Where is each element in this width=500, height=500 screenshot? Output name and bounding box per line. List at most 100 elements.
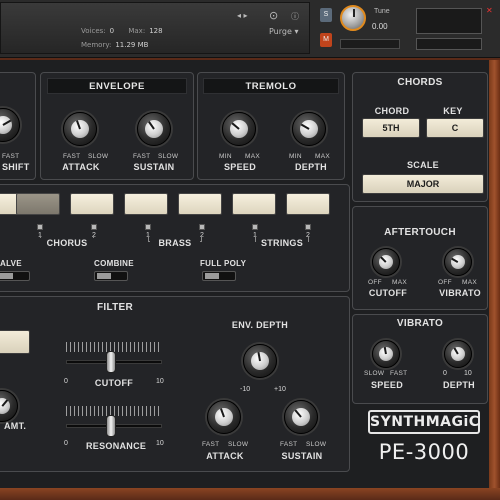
envelope-sustain-label: SUSTAIN	[133, 162, 175, 172]
env-depth-knob[interactable]	[243, 344, 277, 378]
env-depth-label: ENV. DEPTH	[231, 320, 289, 330]
filter-attack-label: ATTACK	[206, 451, 244, 461]
voice-pad-brass-2[interactable]	[232, 193, 276, 215]
tremolo-speed-min: MIN	[219, 153, 232, 160]
resonance-scale	[66, 406, 162, 416]
cutoff-max: 10	[156, 378, 164, 385]
envelope-attack-max: SLOW	[88, 153, 109, 160]
purge-label: Purge	[269, 27, 292, 36]
scale-selector[interactable]: MAJOR	[362, 174, 484, 194]
info-icon[interactable]: ⓘ	[291, 11, 299, 22]
memory-value: 11.29 MB	[115, 41, 149, 49]
tremolo-speed-label: SPEED	[223, 162, 256, 172]
tremolo-depth-label: DEPTH	[294, 162, 327, 172]
voice-pad-2[interactable]	[16, 193, 60, 215]
shift-label: SHIFT	[2, 162, 30, 172]
envelope-sustain-knob[interactable]	[137, 112, 171, 146]
memory-label: Memory:	[81, 41, 112, 49]
instrument-info-panel: Voices: 0 Max: 128 Memory: 11.29 MB ◂ ▸ ⊙ ⓘ…	[0, 2, 310, 54]
resonance-fader[interactable]	[106, 415, 116, 437]
aftertouch-cutoff-label: CUTOFF	[368, 288, 408, 298]
cutoff-label: CUTOFF	[94, 378, 134, 388]
envelope-attack-knob[interactable]	[63, 112, 97, 146]
pan-slider[interactable]	[340, 39, 400, 49]
vibrato-speed-knob[interactable]	[372, 340, 400, 368]
max-label: Max:	[128, 27, 146, 35]
strings-led-2[interactable]	[305, 224, 311, 230]
tune-label: Tune	[374, 8, 390, 15]
cutoff-fader[interactable]	[106, 351, 116, 373]
aftertouch-cutoff-min: OFF	[368, 279, 382, 286]
tremolo-speed-max: MAX	[245, 153, 260, 160]
filter-attack-max: SLOW	[228, 441, 249, 448]
vibrato-speed-min: SLOW	[364, 370, 385, 377]
brass-label: BRASS	[150, 238, 200, 248]
filter-sustain-max: SLOW	[306, 441, 327, 448]
combine-toggle[interactable]	[94, 271, 128, 281]
chorus-led-2[interactable]	[91, 224, 97, 230]
voices-label: Voices:	[81, 27, 106, 35]
tremolo-depth-knob[interactable]	[292, 112, 326, 146]
resonance-min: 0	[64, 440, 68, 447]
volume-slider[interactable]	[416, 38, 482, 50]
tremolo-depth-max: MAX	[315, 153, 330, 160]
filter-mode-selector[interactable]	[0, 330, 30, 354]
vibrato-depth-min: 0	[443, 370, 447, 377]
full-poly-label: FULL POLY	[200, 259, 247, 268]
chord-selector[interactable]: 5TH	[362, 118, 420, 138]
aftertouch-vibrato-knob[interactable]	[444, 248, 472, 276]
tremolo-depth-min: MIN	[289, 153, 302, 160]
wood-bottom-panel	[0, 488, 500, 500]
aftertouch-vibrato-label: VIBRATO	[439, 288, 481, 298]
vibrato-title: VIBRATO	[396, 318, 444, 329]
vibrato-speed-max: FAST	[390, 370, 408, 377]
chords-title: CHORDS	[397, 77, 443, 88]
env-depth-max: +10	[274, 386, 286, 393]
mute-button[interactable]: M	[320, 33, 332, 47]
env-depth-min: -10	[240, 386, 251, 393]
tremolo-speed-knob[interactable]	[222, 112, 256, 146]
purge-menu[interactable]: Purge ▾	[269, 27, 298, 36]
vibrato-depth-knob[interactable]	[444, 340, 472, 368]
close-icon[interactable]: ✕	[486, 6, 493, 15]
cutoff-min: 0	[64, 378, 68, 385]
brass-led-1[interactable]	[145, 224, 151, 230]
voice-pad-strings-1[interactable]	[286, 193, 330, 215]
filter-attack-knob[interactable]	[207, 400, 241, 434]
prev-next-arrows[interactable]: ◂ ▸	[237, 11, 248, 20]
resonance-label: RESONANCE	[86, 441, 147, 451]
envelope-sustain-min: FAST	[133, 153, 151, 160]
brass-led-2[interactable]	[199, 224, 205, 230]
voice-pad-chorus-1[interactable]	[70, 193, 114, 215]
chorus-led-1[interactable]	[37, 224, 43, 230]
tune-knob[interactable]	[340, 5, 366, 31]
envelope-sustain-max: SLOW	[158, 153, 179, 160]
voice-pad-brass-1[interactable]	[178, 193, 222, 215]
envelope-title: ENVELOPE	[47, 78, 187, 94]
full-poly-toggle[interactable]	[202, 271, 236, 281]
combine-label: COMBINE	[94, 259, 134, 268]
voice-pad-chorus-2[interactable]	[124, 193, 168, 215]
key-selector[interactable]: C	[426, 118, 484, 138]
aftertouch-vibrato-min: OFF	[438, 279, 452, 286]
chord-label: CHORD	[374, 106, 410, 116]
valve-toggle[interactable]	[0, 271, 30, 281]
synthmagic-logo: SYNTHMAGiC	[368, 410, 480, 434]
level-meter	[416, 8, 482, 34]
tune-value: 0.00	[372, 22, 388, 31]
aftertouch-cutoff-knob[interactable]	[372, 248, 400, 276]
aftertouch-title: AFTERTOUCH	[384, 227, 456, 238]
vibrato-depth-label: DEPTH	[442, 380, 475, 390]
solo-button[interactable]: S	[320, 8, 332, 22]
cutoff-scale	[66, 342, 162, 352]
filter-sustain-knob[interactable]	[284, 400, 318, 434]
strings-led-1[interactable]	[252, 224, 258, 230]
wood-side-panel	[489, 60, 500, 488]
vibrato-depth-max: 10	[464, 370, 472, 377]
camera-icon[interactable]: ⊙	[269, 9, 278, 22]
aftertouch-vibrato-max: MAX	[462, 279, 477, 286]
envelope-attack-label: ATTACK	[62, 162, 100, 172]
resonance-max: 10	[156, 440, 164, 447]
max-value: 128	[149, 27, 163, 35]
vibrato-speed-label: SPEED	[370, 380, 403, 390]
